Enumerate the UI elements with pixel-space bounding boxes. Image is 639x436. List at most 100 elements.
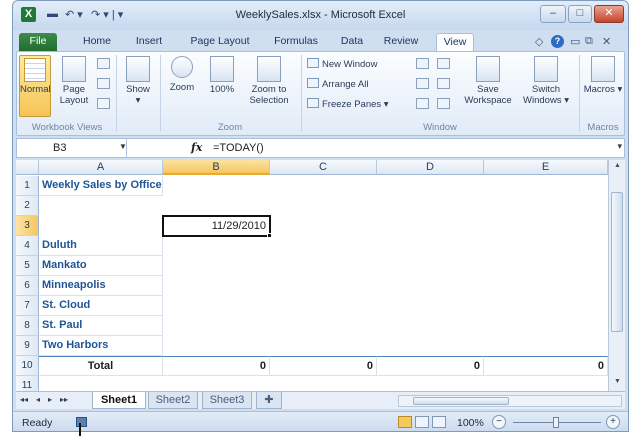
column-header-b[interactable]: B	[163, 160, 270, 175]
row-header-1[interactable]: 1	[16, 176, 39, 196]
help-icon[interactable]: ?	[551, 35, 564, 48]
view-side-by-side-icon[interactable]	[437, 58, 450, 69]
cell-a6[interactable]: Minneapolis	[39, 276, 163, 296]
cell-a8[interactable]: St. Paul	[39, 316, 163, 336]
group-separator	[160, 55, 161, 131]
expand-formula-bar-icon[interactable]: ▾	[617, 141, 622, 152]
row-header-11[interactable]: 11	[16, 376, 39, 391]
zoom-out-button[interactable]: −	[492, 415, 506, 429]
normal-view-button[interactable]: Normal	[19, 55, 51, 117]
horizontal-scroll-thumb[interactable]	[413, 397, 509, 405]
column-header-e[interactable]: E	[484, 160, 608, 175]
page-break-preview-icon[interactable]	[97, 58, 110, 69]
cell-a1[interactable]: Weekly Sales by Office	[39, 176, 163, 196]
cell-a9[interactable]: Two Harbors	[39, 336, 163, 356]
cell-e10[interactable]: 0	[484, 356, 608, 376]
row-header-7[interactable]: 7	[16, 296, 39, 316]
new-window-button[interactable]: New Window	[307, 58, 377, 70]
cell-d10[interactable]: 0	[377, 356, 484, 376]
cell-a7[interactable]: St. Cloud	[39, 296, 163, 316]
column-header-c[interactable]: C	[270, 160, 377, 175]
column-header-d[interactable]: D	[377, 160, 484, 175]
sheet-tab-sheet3[interactable]: Sheet3	[202, 392, 252, 409]
synchronous-scrolling-icon[interactable]	[437, 78, 450, 89]
arrange-all-button[interactable]: Arrange All	[307, 78, 368, 90]
next-sheet-icon[interactable]: ▸	[48, 395, 52, 404]
row-header-3[interactable]: 3	[16, 216, 39, 236]
row-header-2[interactable]: 2	[16, 196, 39, 216]
row-header-6[interactable]: 6	[16, 276, 39, 296]
split-icon[interactable]	[416, 58, 429, 69]
last-sheet-icon[interactable]: ▸▸	[60, 395, 68, 404]
macros-button[interactable]: Macros ▾	[583, 56, 623, 95]
tab-home[interactable]: Home	[79, 33, 115, 52]
name-box-dropdown-icon[interactable]: ▼	[119, 142, 127, 151]
insert-function-icon[interactable]: fx	[191, 141, 202, 154]
row-header-4[interactable]: 4	[16, 236, 39, 256]
zoom-in-button[interactable]: +	[606, 415, 620, 429]
name-box[interactable]: B3 ▼	[17, 139, 127, 157]
tab-page-layout[interactable]: Page Layout	[185, 33, 255, 52]
row-header-5[interactable]: 5	[16, 256, 39, 276]
zoom-slider-thumb[interactable]	[553, 417, 559, 428]
sheet-tab-sheet1[interactable]: Sheet1	[92, 392, 146, 409]
cell-b10[interactable]: 0	[163, 356, 270, 376]
close-workbook-icon[interactable]: ✕	[602, 35, 611, 48]
minimize-button[interactable]: –	[540, 5, 566, 23]
show-button[interactable]: Show ▾	[121, 56, 155, 106]
macro-recording-icon[interactable]	[76, 417, 87, 427]
cell-b3-active[interactable]: 11/29/2010	[162, 215, 271, 237]
horizontal-scrollbar[interactable]	[398, 395, 622, 407]
tab-formulas[interactable]: Formulas	[271, 33, 321, 52]
save-workspace-label: Save Workspace	[464, 84, 512, 106]
row-header-9[interactable]: 9	[16, 336, 39, 356]
cell-a4[interactable]: Duluth	[39, 236, 163, 256]
save-workspace-button[interactable]: Save Workspace	[460, 56, 516, 106]
switch-windows-button[interactable]: Switch Windows ▾	[517, 56, 575, 106]
vertical-scroll-thumb[interactable]	[611, 192, 623, 332]
insert-sheet-icon[interactable]: ✚	[256, 392, 282, 409]
close-button[interactable]: ✕	[594, 5, 624, 23]
full-screen-icon[interactable]	[97, 98, 110, 109]
cell-c10[interactable]: 0	[270, 356, 377, 376]
tab-review[interactable]: Review	[381, 33, 421, 52]
zoom-level[interactable]: 100%	[457, 417, 484, 429]
zoom-100-button[interactable]: 100%	[205, 56, 239, 95]
restore-workbook-icon[interactable]: ⧉	[585, 35, 593, 48]
first-sheet-icon[interactable]: ◂◂	[20, 395, 28, 404]
fill-handle[interactable]	[267, 233, 272, 238]
ribbon-options-icon[interactable]: ◇	[535, 35, 543, 48]
column-header-a[interactable]: A	[39, 160, 163, 175]
tab-data[interactable]: Data	[337, 33, 367, 52]
row-header-8[interactable]: 8	[16, 316, 39, 336]
minimize-workbook-icon[interactable]: ▭	[570, 35, 580, 48]
maximize-button[interactable]: □	[568, 5, 592, 23]
tab-view[interactable]: View	[436, 33, 474, 52]
reset-window-position-icon[interactable]	[437, 98, 450, 109]
zoom-button[interactable]: Zoom	[164, 56, 200, 93]
freeze-panes-button[interactable]: Freeze Panes ▾	[307, 98, 389, 110]
select-all-corner[interactable]	[16, 160, 39, 175]
cell-a5[interactable]: Mankato	[39, 256, 163, 276]
formula-input[interactable]: =TODAY()	[213, 142, 264, 154]
zoom-to-selection-button[interactable]: Zoom to Selection	[243, 56, 295, 106]
hide-icon[interactable]	[416, 78, 429, 89]
vertical-scrollbar[interactable]: ▲ ▼	[608, 160, 625, 391]
prev-sheet-icon[interactable]: ◂	[36, 395, 40, 404]
page-layout-status-button[interactable]	[415, 416, 429, 428]
custom-views-icon[interactable]	[97, 78, 110, 89]
scroll-down-icon[interactable]: ▼	[614, 378, 621, 385]
zoom-100-label: 100%	[209, 84, 235, 95]
new-window-label: New Window	[322, 59, 378, 70]
tab-file[interactable]: File	[19, 33, 57, 52]
page-break-status-button[interactable]	[432, 416, 446, 428]
scroll-up-icon[interactable]: ▲	[614, 162, 621, 169]
unhide-icon[interactable]	[416, 98, 429, 109]
sheet-tab-sheet2[interactable]: Sheet2	[148, 392, 198, 409]
cell-a10[interactable]: Total	[39, 356, 163, 376]
switch-windows-icon	[534, 56, 558, 82]
page-layout-view-button[interactable]: Page Layout	[55, 56, 93, 106]
tab-insert[interactable]: Insert	[131, 33, 167, 52]
normal-view-status-button[interactable]	[398, 416, 412, 428]
row-header-10[interactable]: 10	[16, 356, 39, 376]
